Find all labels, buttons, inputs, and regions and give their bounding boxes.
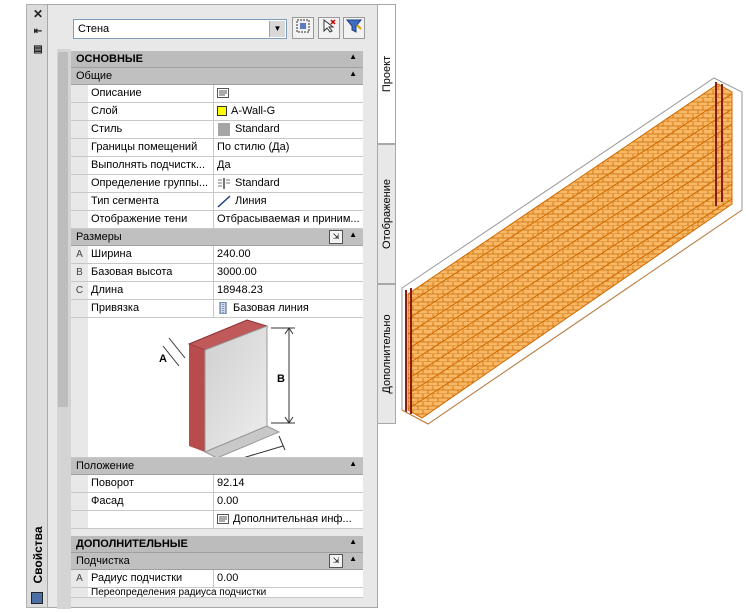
line-segment-icon	[217, 195, 231, 208]
property-row[interactable]: B Базовая высота 3000.00	[71, 264, 363, 282]
collapse-icon[interactable]: ▲	[349, 459, 357, 468]
edit-icon[interactable]: ⇲	[329, 230, 343, 244]
property-row[interactable]: Тип сегмента Линия	[71, 193, 363, 211]
edit-icon[interactable]: ⇲	[329, 554, 343, 568]
property-row[interactable]: A Радиус подчистки 0.00	[71, 570, 363, 588]
property-row[interactable]: Слой A-Wall-G	[71, 103, 363, 121]
section-advanced[interactable]: ДОПОЛНИТЕЛЬНЫЕ ▲	[71, 536, 363, 553]
close-icon[interactable]: ✕	[31, 8, 45, 20]
collapse-icon[interactable]: ▲	[349, 554, 357, 563]
wall-dimensions-diagram: B A C	[71, 318, 363, 458]
object-type-value: Стена	[78, 23, 110, 35]
property-row[interactable]: Определение группы... Standard	[71, 175, 363, 193]
property-row[interactable]: Переопределения радиуса подчистки	[71, 588, 363, 598]
diagram-label-a: A	[159, 353, 167, 365]
select-objects-button[interactable]	[292, 17, 314, 39]
property-row[interactable]: Дополнительная инф...	[71, 511, 363, 529]
tab-project[interactable]: Проект	[378, 4, 396, 144]
quick-select-icon	[323, 18, 336, 33]
section-general[interactable]: Общие ▲	[71, 68, 363, 85]
tab-display[interactable]: Отображение	[378, 144, 396, 284]
select-objects-icon	[296, 19, 310, 33]
palette-properties-icon[interactable]: ▤	[31, 44, 45, 56]
property-row[interactable]: Фасад 0.00	[71, 493, 363, 511]
chevron-down-icon[interactable]: ▼	[269, 21, 285, 37]
property-row[interactable]: Привязка Базовая линия	[71, 300, 363, 318]
property-grid: ОСНОВНЫЕ ▲ Общие ▲ Описание Слой A-Wall-G С…	[71, 51, 363, 598]
section-dimensions[interactable]: Размеры ⇲ ▲	[71, 229, 363, 246]
collapse-icon[interactable]: ▲	[349, 69, 357, 78]
collapse-icon[interactable]: ▲	[349, 537, 357, 546]
diagram-label-b: B	[277, 373, 285, 385]
quick-select-button[interactable]	[318, 17, 340, 39]
section-basic[interactable]: ОСНОВНЫЕ ▲	[71, 51, 363, 68]
collapse-icon[interactable]: ▲	[349, 52, 357, 61]
filter-button[interactable]	[343, 17, 365, 39]
baseline-icon	[219, 302, 227, 315]
group-icon	[218, 177, 230, 189]
tab-extended[interactable]: Дополнительно	[378, 284, 396, 424]
property-row[interactable]: Границы помещений По стилю (Да)	[71, 139, 363, 157]
wall-drawing[interactable]	[398, 74, 746, 430]
section-cleanup[interactable]: Подчистка ⇲ ▲	[71, 553, 363, 570]
filter-icon	[345, 19, 363, 33]
property-row[interactable]: Выполнять подчистк... Да	[71, 157, 363, 175]
palette-menu-icon[interactable]	[31, 592, 43, 604]
info-icon	[217, 514, 229, 525]
property-row[interactable]: A Ширина 240.00	[71, 246, 363, 264]
palette-title: Свойства	[31, 526, 45, 584]
style-swatch	[218, 122, 230, 136]
palette-title-bar	[26, 4, 48, 608]
description-icon	[217, 88, 229, 99]
property-row[interactable]: Поворот 92.14	[71, 475, 363, 493]
property-row[interactable]: Стиль Standard	[71, 121, 363, 139]
object-type-select[interactable]: Стена ▼	[73, 19, 287, 39]
property-row[interactable]: Отображение тени Отбрасываемая и приним..…	[71, 211, 363, 229]
wall-diagram-illustration: B A C	[159, 319, 295, 457]
layer-color-swatch	[217, 106, 227, 117]
property-row[interactable]: C Длина 18948.23	[71, 282, 363, 300]
vertical-scrollbar[interactable]	[58, 52, 68, 407]
autohide-icon[interactable]: ⇤	[31, 26, 45, 38]
section-location[interactable]: Положение ▲	[71, 458, 363, 475]
collapse-icon[interactable]: ▲	[349, 230, 357, 239]
property-row[interactable]: Описание	[71, 85, 363, 103]
